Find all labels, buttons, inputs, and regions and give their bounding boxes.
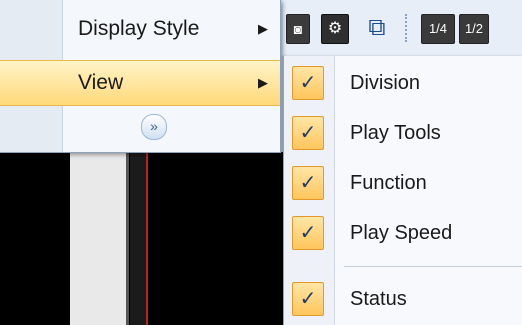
menu-item-label: View <box>78 71 124 94</box>
submenu-item-label: Status <box>350 288 407 310</box>
toolbar: ◙ ⚙ ⧉ 1/4 1/2 <box>283 0 522 57</box>
menu-expand-item[interactable] <box>0 104 280 152</box>
submenu-item-status[interactable]: ✓ Status <box>284 274 522 324</box>
submenu-item-division[interactable]: ✓ Division <box>284 58 522 108</box>
submenu-arrow-icon: ▶ <box>258 75 268 90</box>
view-submenu: ✓ Division ✓ Play Tools ✓ Function ✓ Pla… <box>283 56 522 325</box>
half-speed-button[interactable]: 1/2 <box>459 14 489 44</box>
submenu-item-play-speed[interactable]: ✓ Play Speed <box>284 208 522 258</box>
checkmark-icon: ✓ <box>292 66 324 100</box>
submenu-item-label: Play Tools <box>350 122 441 144</box>
checkmark-icon: ✓ <box>292 216 324 250</box>
chevron-down-icon[interactable]: » <box>141 114 167 140</box>
camera-icon[interactable]: ◙ <box>286 14 310 44</box>
submenu-arrow-icon: ▶ <box>258 21 268 36</box>
submenu-item-label: Division <box>350 72 421 94</box>
checkmark-icon: ✓ <box>292 116 324 150</box>
background-divider <box>130 152 148 325</box>
checkmark-icon: ✓ <box>292 282 324 316</box>
menu-item-view[interactable]: View ▶ <box>0 60 280 106</box>
background-panel <box>70 152 129 325</box>
submenu-item-label: Function <box>350 172 427 194</box>
submenu-separator <box>344 266 522 267</box>
checkmark-icon: ✓ <box>292 166 324 200</box>
menu-item-display-style[interactable]: Display Style ▶ <box>0 4 280 54</box>
submenu-item-function[interactable]: ✓ Function <box>284 158 522 208</box>
submenu-item-play-tools[interactable]: ✓ Play Tools <box>284 108 522 158</box>
menu-item-label: Display Style <box>78 17 200 40</box>
toolbar-separator <box>405 14 411 42</box>
quarter-speed-button[interactable]: 1/4 <box>421 14 455 44</box>
submenu-item-label: Play Speed <box>350 222 453 244</box>
layout-icon[interactable]: ⧉ <box>360 14 394 42</box>
context-menu: Display Style ▶ View ▶ » <box>0 0 281 153</box>
settings-icon[interactable]: ⚙ <box>321 14 349 44</box>
